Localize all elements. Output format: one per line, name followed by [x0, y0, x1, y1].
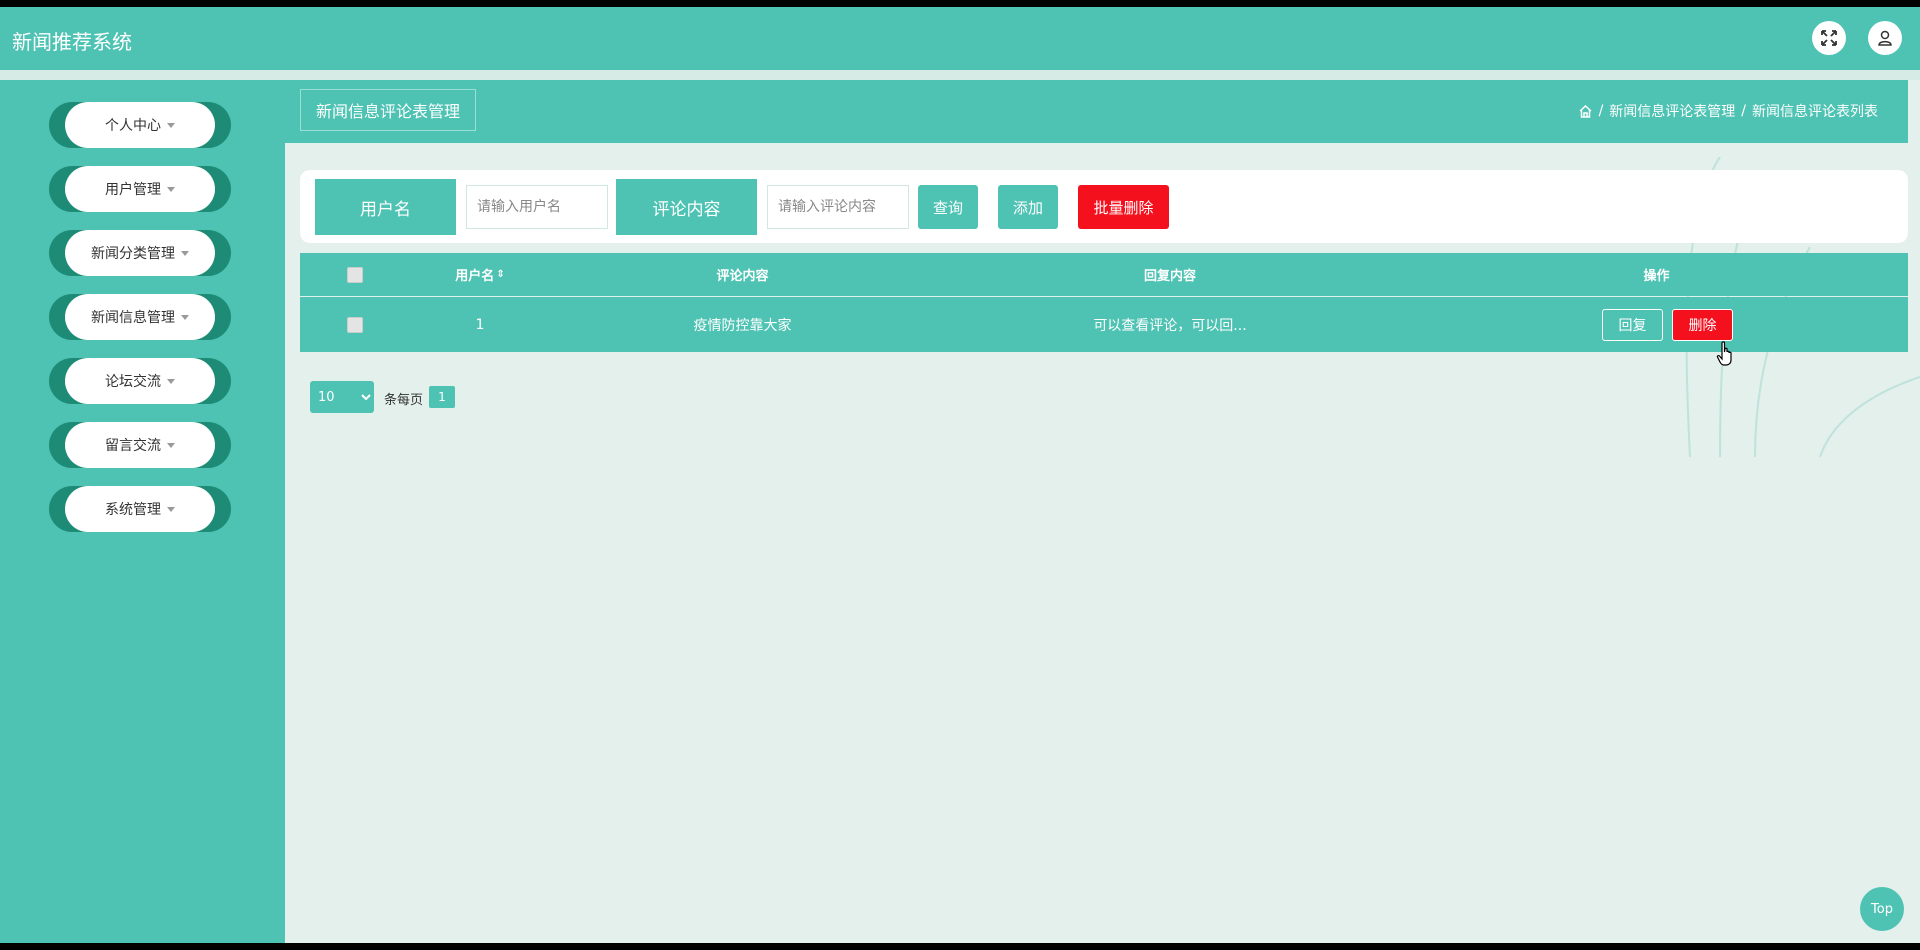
column-header-actions: 操作 — [1643, 269, 1670, 284]
comment-label: 评论内容 — [616, 179, 757, 235]
caret-down-icon — [181, 250, 189, 256]
cell-comment: 疫情防控靠大家 — [693, 317, 792, 334]
sidebar-item-news-info[interactable]: 新闻信息管理 — [49, 294, 231, 340]
sidebar-item-system[interactable]: 系统管理 — [49, 486, 231, 532]
delete-button[interactable]: 删除 — [1672, 309, 1733, 341]
column-header-username[interactable]: 用户名 ⇕ — [410, 253, 550, 296]
sidebar-item-label: 论坛交流 — [105, 374, 161, 390]
sidebar-item-profile[interactable]: 个人中心 — [49, 102, 231, 148]
per-page-label: 条每页 — [384, 393, 424, 408]
caret-down-icon — [167, 378, 175, 384]
sidebar-item-label: 新闻信息管理 — [91, 310, 175, 326]
sidebar-item-forum[interactable]: 论坛交流 — [49, 358, 231, 404]
hand-cursor-icon — [1716, 341, 1732, 366]
expand-icon — [1821, 30, 1837, 46]
search-panel: 用户名 评论内容 查询 添加 批量删除 — [300, 170, 1908, 243]
sidebar-item-messages[interactable]: 留言交流 — [49, 422, 231, 468]
sidebar-item-users[interactable]: 用户管理 — [49, 166, 231, 212]
page-number-button[interactable]: 1 — [429, 386, 455, 408]
fullscreen-button[interactable] — [1812, 21, 1846, 55]
row-checkbox[interactable] — [347, 316, 363, 333]
column-header-reply: 回复内容 — [1143, 269, 1196, 284]
breadcrumb-item[interactable]: 新闻信息评论表管理 — [1609, 101, 1735, 121]
add-button[interactable]: 添加 — [998, 185, 1058, 229]
column-header-label: 用户名 — [455, 269, 495, 284]
cell-reply: 可以查看评论，可以回... — [1093, 317, 1247, 334]
caret-down-icon — [167, 122, 175, 128]
user-menu-button[interactable] — [1868, 21, 1902, 55]
comment-search-input[interactable] — [767, 185, 909, 229]
page-size-select[interactable]: 10 20 50 100 — [310, 381, 374, 413]
header-divider — [0, 70, 1920, 80]
breadcrumb: / 新闻信息评论表管理 / 新闻信息评论表列表 — [1578, 101, 1878, 121]
caret-down-icon — [167, 186, 175, 192]
sidebar-item-label: 用户管理 — [105, 182, 161, 198]
user-icon — [1878, 30, 1892, 46]
app-frame: 新闻推荐系统 个人中心 用户管理 新闻分类管理 新闻信息管理 论坛交流 留言交流… — [0, 7, 1920, 943]
sidebar-item-label: 系统管理 — [105, 502, 161, 518]
breadcrumb-separator: / — [1598, 103, 1604, 119]
caret-down-icon — [181, 314, 189, 320]
top-header: 新闻推荐系统 — [0, 7, 1920, 70]
cell-username: 1 — [475, 316, 485, 333]
sidebar-item-label: 个人中心 — [105, 118, 161, 134]
sidebar: 个人中心 用户管理 新闻分类管理 新闻信息管理 论坛交流 留言交流 系统管理 — [0, 80, 285, 943]
caret-down-icon — [167, 506, 175, 512]
username-search-input[interactable] — [466, 185, 608, 229]
reply-button[interactable]: 回复 — [1602, 309, 1663, 341]
sidebar-item-label: 留言交流 — [105, 438, 161, 454]
sidebar-item-label: 新闻分类管理 — [91, 246, 175, 262]
sidebar-item-news-category[interactable]: 新闻分类管理 — [49, 230, 231, 276]
home-icon[interactable] — [1578, 104, 1593, 119]
sort-icon: ⇕ — [496, 268, 505, 280]
query-button[interactable]: 查询 — [918, 185, 978, 229]
table-row: 1 疫情防控靠大家 可以查看评论，可以回... 回复 删除 — [300, 297, 1908, 352]
table-header: 用户名 ⇕ 评论内容 回复内容 操作 — [300, 253, 1908, 296]
app-title: 新闻推荐系统 — [12, 30, 132, 54]
batch-delete-button[interactable]: 批量删除 — [1078, 185, 1169, 229]
select-all-checkbox[interactable] — [347, 266, 363, 283]
column-header-comment: 评论内容 — [716, 269, 769, 284]
breadcrumb-current: 新闻信息评论表列表 — [1752, 104, 1878, 120]
content-header: 新闻信息评论表管理 / 新闻信息评论表管理 / 新闻信息评论表列表 — [285, 80, 1908, 143]
caret-down-icon — [167, 442, 175, 448]
username-label: 用户名 — [315, 179, 456, 235]
back-to-top-button[interactable]: Top — [1860, 887, 1904, 931]
page-title: 新闻信息评论表管理 — [300, 89, 477, 131]
breadcrumb-separator: / — [1741, 103, 1746, 119]
